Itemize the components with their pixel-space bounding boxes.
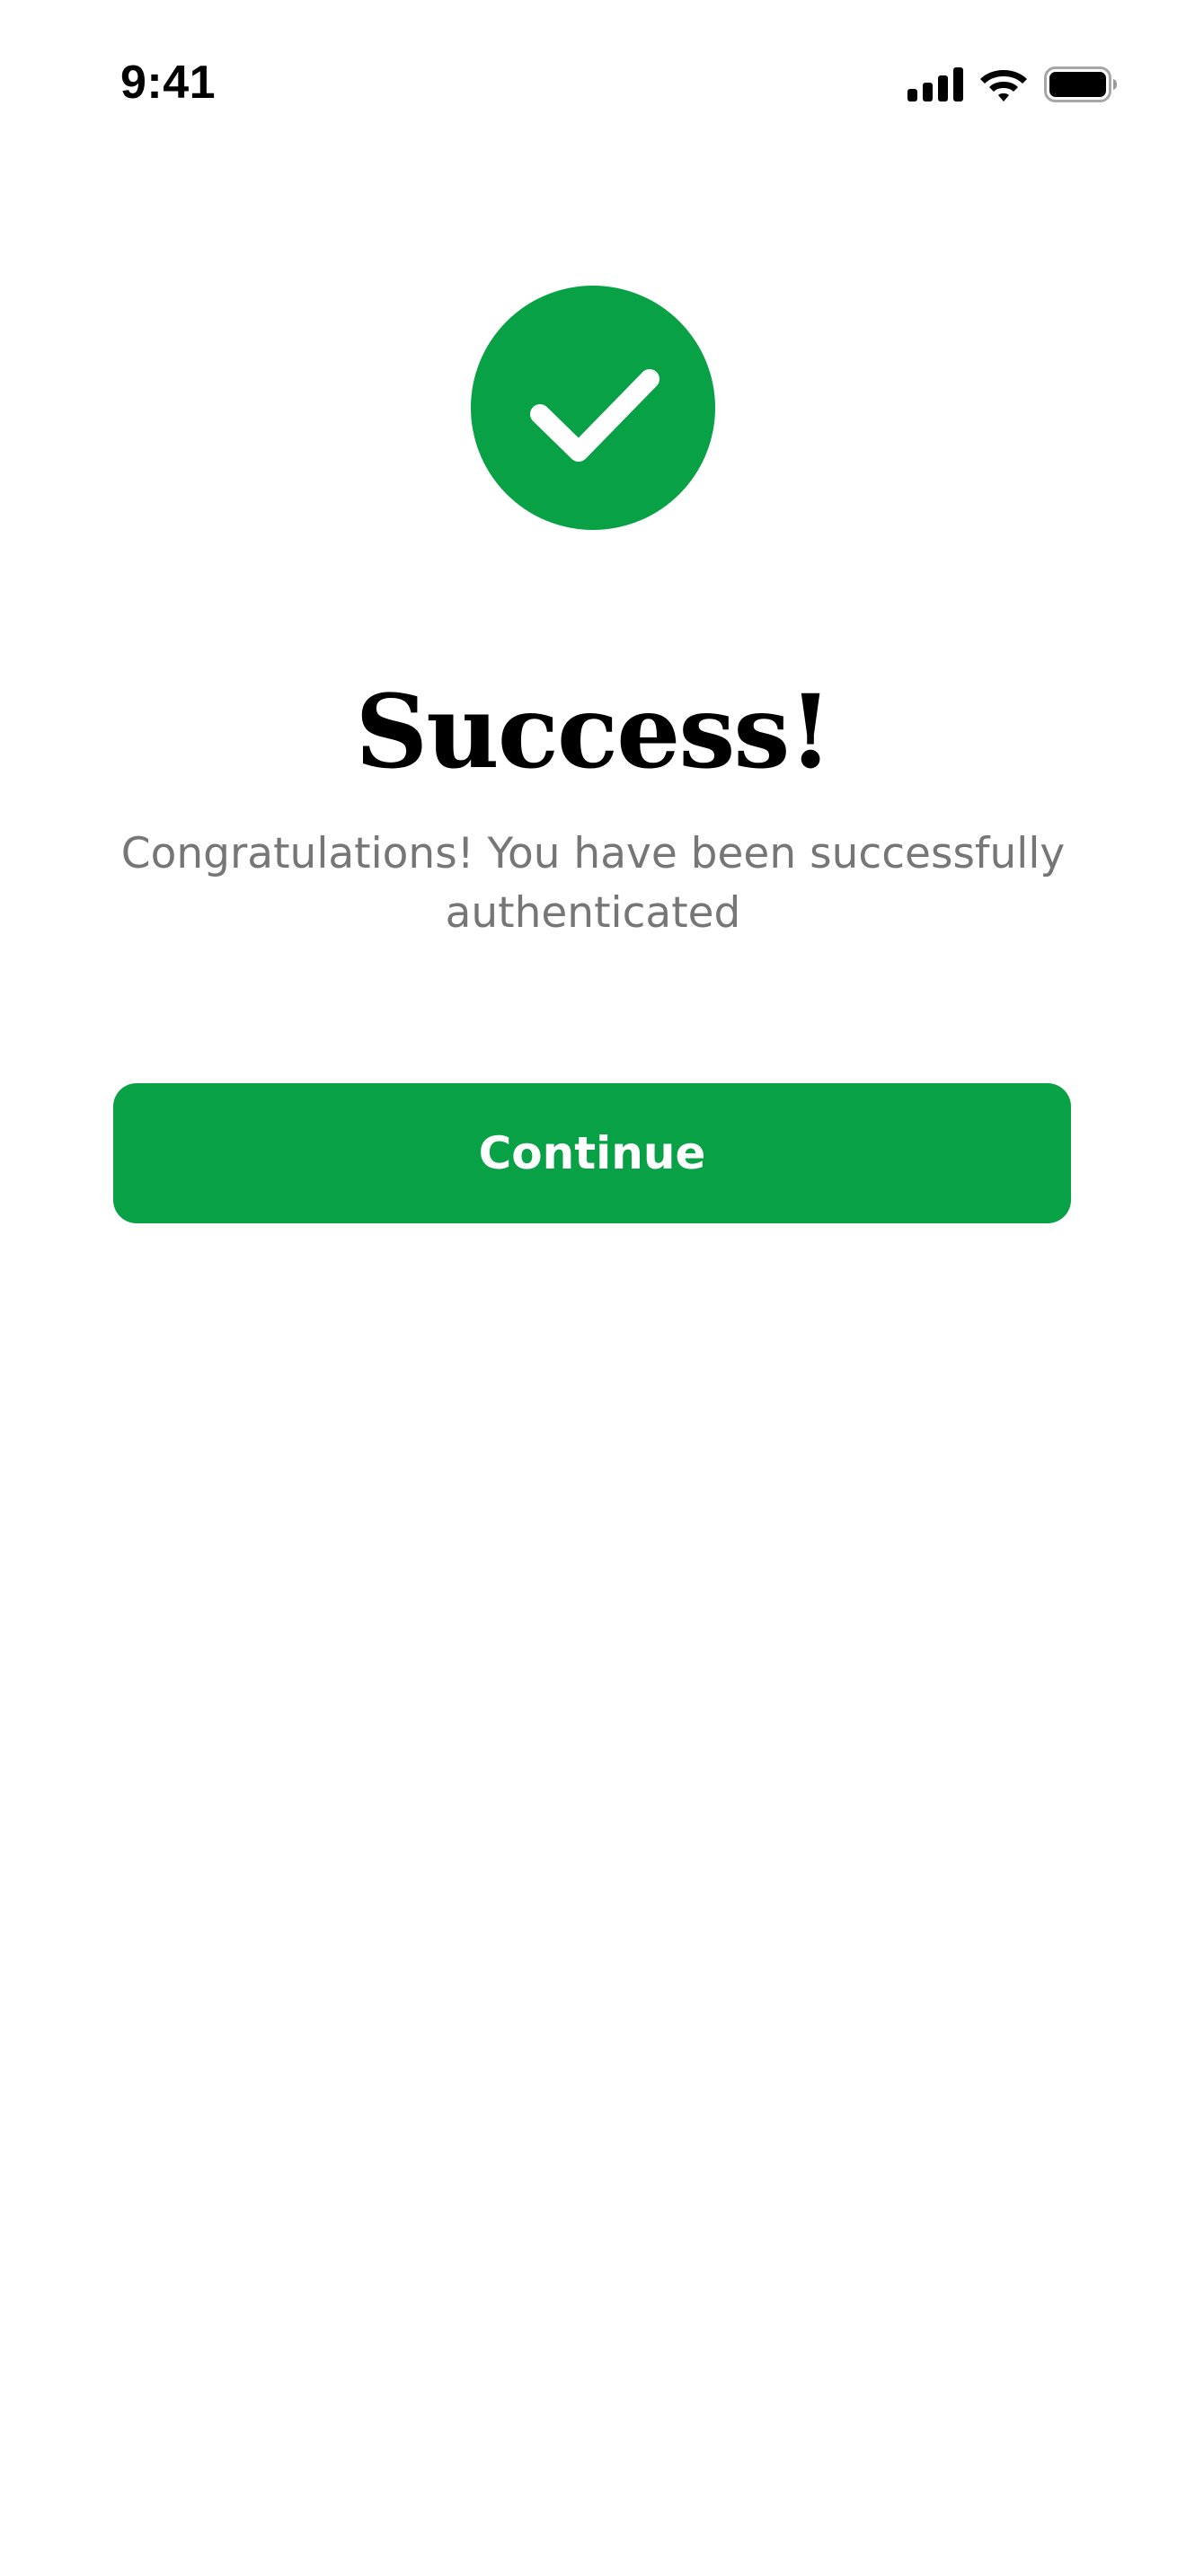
battery-icon — [1044, 66, 1118, 102]
status-icons — [907, 63, 1118, 106]
cellular-signal-icon — [907, 67, 963, 101]
continue-button[interactable]: Continue — [113, 1083, 1071, 1223]
success-check-icon — [471, 286, 715, 530]
status-time: 9:41 — [120, 57, 217, 109]
wifi-icon — [979, 66, 1028, 102]
status-bar: 9:41 — [0, 0, 1186, 162]
page-title: Success! — [355, 674, 832, 791]
success-message: Congratulations! You have been successfu… — [120, 829, 1066, 938]
